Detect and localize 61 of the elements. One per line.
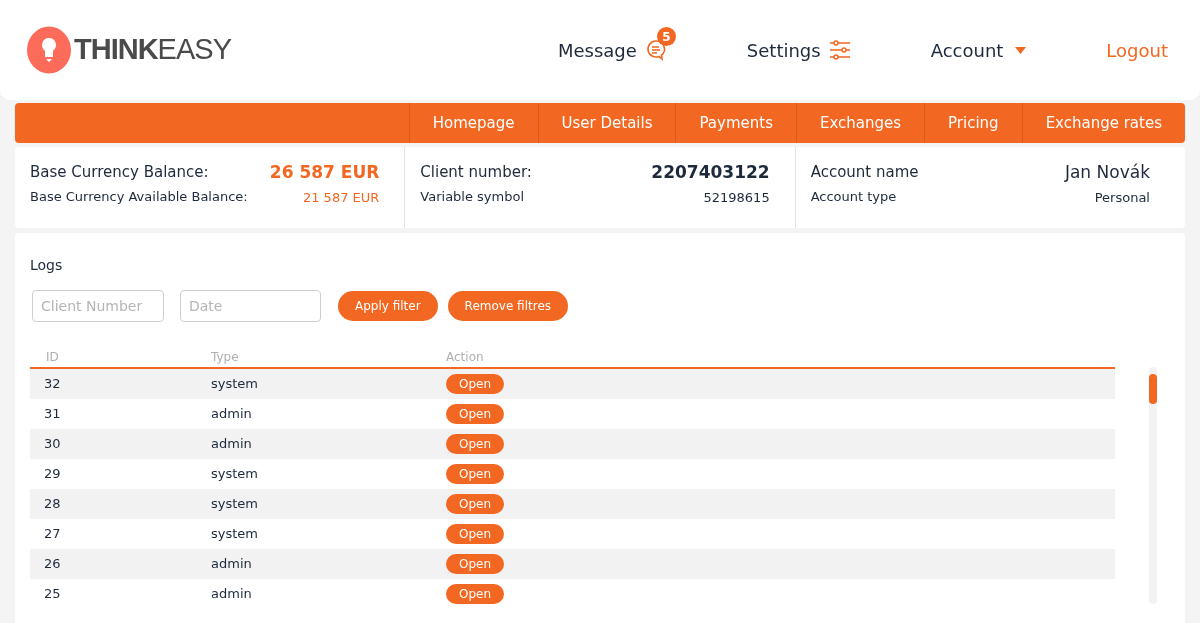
log-type: admin	[211, 436, 252, 452]
open-button[interactable]: Open	[446, 494, 505, 514]
notification-badge: 5	[656, 27, 676, 46]
account-dropdown[interactable]: Account	[930, 36, 1027, 64]
open-button[interactable]: Open	[446, 374, 505, 394]
nav-tab[interactable]: Exchanges	[795, 103, 925, 143]
open-button[interactable]: Open	[446, 464, 505, 484]
summary-label: Account name	[810, 162, 919, 183]
nav-tab[interactable]: User Details	[537, 103, 676, 143]
summary-value: 26 587 EUR	[269, 161, 380, 184]
logout-link[interactable]: Logout	[1106, 36, 1168, 64]
filter-button[interactable]: Apply filter	[338, 291, 438, 321]
nav-tab[interactable]: Pricing	[924, 103, 1022, 143]
settings-link[interactable]: Settings	[746, 36, 851, 64]
nav-tab[interactable]: Homepage	[408, 103, 538, 143]
open-button[interactable]: Open	[446, 404, 505, 424]
log-id: 25	[44, 586, 61, 602]
message-link[interactable]: Message 5	[557, 22, 677, 64]
summary-sublabel: Base Currency Available Balance:	[30, 187, 248, 206]
open-button[interactable]: Open	[446, 524, 505, 544]
log-id: 26	[44, 556, 61, 572]
open-button[interactable]: Open	[446, 584, 505, 604]
summary-label: Client number:	[420, 162, 532, 183]
lightbulb-logo-icon	[26, 26, 72, 74]
logs-title: Logs	[30, 256, 64, 275]
summary-value: Jan Novák	[1064, 161, 1150, 184]
log-id: 28	[44, 496, 61, 512]
column-header: Action	[446, 350, 484, 364]
summary-label: Base Currency Balance:	[30, 162, 210, 183]
log-type: system	[211, 496, 258, 512]
caret-icon	[1015, 46, 1027, 54]
log-type: admin	[211, 556, 252, 572]
chat-bubble-icon	[644, 39, 667, 61]
column-header: ID	[46, 350, 59, 364]
log-type: system	[211, 466, 258, 482]
summary-subvalue: 21 587 EUR	[302, 188, 380, 207]
log-id: 30	[44, 436, 61, 452]
scrollbar-thumb[interactable]	[1149, 374, 1157, 404]
summary-sublabel: Account type	[810, 187, 898, 206]
summary-subvalue: Personal	[1094, 188, 1150, 207]
logo-wordmark: THINKEASY	[74, 32, 231, 68]
log-id: 32	[44, 376, 61, 392]
summary-sublabel: Variable symbol	[420, 187, 526, 206]
filter-field[interactable]: Date	[180, 290, 321, 322]
column-header: Type	[211, 350, 239, 364]
open-button[interactable]: Open	[446, 434, 505, 454]
log-id: 27	[44, 526, 61, 542]
summary-value: 2207403122	[651, 161, 770, 184]
log-type: admin	[211, 586, 252, 602]
open-button[interactable]: Open	[446, 554, 505, 574]
summary-subvalue: 52198615	[703, 188, 770, 207]
log-id: 29	[44, 466, 61, 482]
log-type: admin	[211, 406, 252, 422]
filter-button[interactable]: Remove filtres	[447, 291, 569, 321]
nav-tab[interactable]: Payments	[675, 103, 796, 143]
log-type: system	[211, 526, 258, 542]
filter-field[interactable]: Client Number	[32, 290, 164, 322]
log-id: 31	[44, 406, 61, 422]
nav-tab[interactable]: Exchange rates	[1021, 103, 1185, 143]
log-type: system	[211, 376, 258, 392]
sliders-icon	[828, 39, 851, 61]
